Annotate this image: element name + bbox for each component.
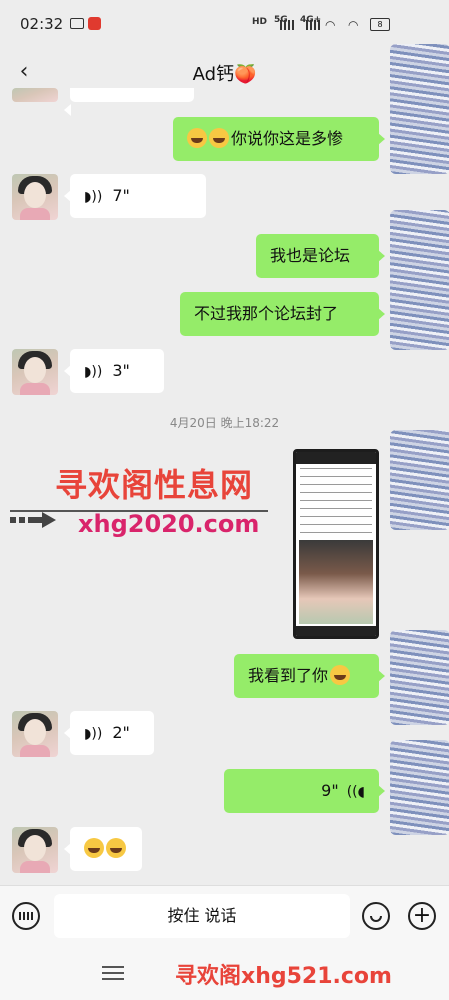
wifi-icon: ◠ xyxy=(325,18,336,32)
avatar[interactable] xyxy=(12,711,58,757)
input-bar: 按住 说话 + xyxy=(0,885,449,946)
hd-signal-icon: HD xyxy=(252,17,268,27)
avatar[interactable] xyxy=(12,349,58,395)
sticker-decoration xyxy=(390,210,449,350)
sticker-decoration xyxy=(390,44,449,174)
message-bubble-partial[interactable] xyxy=(64,88,194,116)
message-text: 你说你这是多惨 xyxy=(231,129,344,148)
laughing-emoji-icon xyxy=(84,838,104,858)
menu-icon[interactable] xyxy=(102,966,124,980)
voice-message-received[interactable]: ◗)) 2" xyxy=(64,711,154,755)
sticker-decoration xyxy=(390,630,449,725)
message-text: 我也是论坛 xyxy=(270,246,351,265)
message-bubble-sent[interactable]: 我也是论坛 xyxy=(256,234,385,278)
emoji-icon[interactable] xyxy=(362,902,390,930)
battery-icon: 8 xyxy=(370,18,390,31)
sticker-decoration xyxy=(390,430,449,530)
message-bubble-sent[interactable]: 我看到了你 xyxy=(234,654,385,698)
message-bubble-sent[interactable]: 不过我那个论坛封了 xyxy=(180,292,385,336)
app-notification-icon xyxy=(88,17,101,30)
avatar[interactable] xyxy=(12,174,58,220)
voice-duration: 3" xyxy=(112,361,130,380)
voice-duration: 2" xyxy=(112,723,130,742)
status-bar: 02:32 HD 5G 4G+ ◠ ◠ 8 xyxy=(0,0,449,48)
voice-wave-icon: ((◖ xyxy=(346,784,365,800)
signal-bars-icon xyxy=(280,20,294,30)
signal-bars-icon-2 xyxy=(306,20,320,30)
message-bubble-received[interactable] xyxy=(64,827,142,871)
voice-wave-icon: ◗)) xyxy=(84,726,103,742)
message-text: 我看到了你 xyxy=(248,666,329,685)
smirk-emoji-icon xyxy=(330,665,351,685)
watermark-bottom: 寻欢阁xhg521.com xyxy=(175,964,392,989)
laughing-emoji-icon xyxy=(187,128,207,148)
timestamp: 4月20日 晚上18:22 xyxy=(169,416,280,430)
voice-duration: 7" xyxy=(112,186,130,205)
voice-duration: 9" xyxy=(321,781,339,800)
avatar[interactable] xyxy=(12,88,58,102)
laughing-emoji-icon xyxy=(106,838,126,858)
image-message[interactable] xyxy=(293,449,379,639)
sticker-decoration xyxy=(390,740,449,835)
chevron-left-icon[interactable]: ‹ xyxy=(12,58,36,86)
voice-wave-icon: ◗)) xyxy=(84,189,103,205)
avatar[interactable] xyxy=(12,827,58,873)
status-time: 02:32 xyxy=(20,15,64,33)
keyboard-icon[interactable] xyxy=(12,902,40,930)
mail-icon xyxy=(70,18,84,29)
voice-wave-icon: ◗)) xyxy=(84,364,103,380)
message-text: 不过我那个论坛封了 xyxy=(194,304,339,323)
arrow-right-icon xyxy=(10,512,56,528)
watermark-url: xhg2020.com xyxy=(78,510,260,538)
voice-message-received[interactable]: ◗)) 7" xyxy=(64,174,206,218)
watermark-text: 寻欢阁性息网 xyxy=(55,466,254,504)
message-bubble-sent[interactable]: 你说你这是多惨 xyxy=(173,117,385,161)
plus-icon[interactable]: + xyxy=(408,902,436,930)
wifi-icon-2: ◠ xyxy=(348,18,359,32)
chat-header: Ad钙🍑 ‹ xyxy=(0,48,449,98)
voice-message-sent[interactable]: 9" ((◖ xyxy=(224,769,385,813)
chat-title: Ad钙🍑 xyxy=(192,64,257,85)
hold-to-talk-button[interactable]: 按住 说话 xyxy=(54,894,350,938)
voice-message-received[interactable]: ◗)) 3" xyxy=(64,349,164,393)
laughing-emoji-icon xyxy=(209,128,229,148)
system-nav-bar: 寻欢阁xhg521.com xyxy=(0,946,449,1000)
